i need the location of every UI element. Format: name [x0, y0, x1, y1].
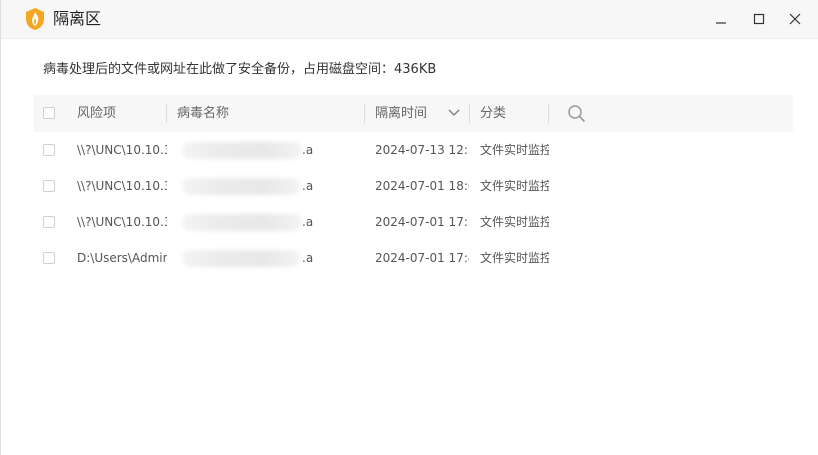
category: 文件实时监控: [480, 143, 549, 157]
risk-path: \\?\UNC\10.10.3: [77, 215, 167, 229]
header-risk[interactable]: 风险项: [77, 95, 116, 132]
row-checkbox[interactable]: [43, 216, 55, 228]
risk-path: \\?\UNC\10.10.3: [77, 143, 167, 157]
table-header: 风险项 病毒名称 隔离时间 分类: [34, 95, 793, 132]
isolation-time: 2024-07-01 17:5: [375, 215, 469, 229]
shield-logo-icon: [26, 8, 44, 30]
minimize-button[interactable]: [710, 8, 732, 30]
table-row[interactable]: \\?\UNC\10.10.3 .a 2024-07-13 12:3 文件实时监…: [34, 132, 793, 168]
backup-info-text: 病毒处理后的文件或网址在此做了安全备份，占用磁盘空间：436KB: [43, 62, 437, 77]
virus-name-suffix: .a: [302, 215, 314, 229]
virus-name-suffix: .a: [302, 251, 314, 265]
isolation-time: 2024-07-01 18:0: [375, 179, 469, 193]
virus-name-suffix: .a: [302, 179, 314, 193]
search-icon[interactable]: [567, 104, 587, 124]
isolation-time: 2024-07-13 12:3: [375, 143, 469, 157]
header-isolation-time[interactable]: 隔离时间: [375, 95, 427, 132]
header-virus-name[interactable]: 病毒名称: [177, 95, 229, 132]
table-row[interactable]: \\?\UNC\10.10.3 .a 2024-07-01 18:0 文件实时监…: [34, 168, 793, 204]
risk-path: D:\Users\Admin: [77, 251, 167, 265]
redacted-virus-name: [182, 178, 300, 195]
column-divider[interactable]: [364, 104, 365, 123]
category: 文件实时监控: [480, 179, 549, 193]
redacted-virus-name: [182, 250, 300, 267]
table-row[interactable]: D:\Users\Admin .a 2024-07-01 17:4 文件实时监控: [34, 240, 793, 276]
select-all-checkbox[interactable]: [43, 107, 55, 119]
table-row[interactable]: \\?\UNC\10.10.3 .a 2024-07-01 17:5 文件实时监…: [34, 204, 793, 240]
category: 文件实时监控: [480, 251, 549, 265]
virus-name-suffix: .a: [302, 143, 314, 157]
close-icon: [789, 13, 801, 25]
column-divider[interactable]: [548, 104, 549, 123]
maximize-icon: [753, 13, 765, 25]
maximize-button[interactable]: [748, 8, 770, 30]
category: 文件实时监控: [480, 215, 549, 229]
chevron-down-icon[interactable]: [448, 108, 460, 118]
window-title: 隔离区: [53, 9, 102, 28]
risk-path: \\?\UNC\10.10.3: [77, 179, 167, 193]
title-bar[interactable]: 隔离区: [1, 0, 818, 39]
quarantine-window: 隔离区 病毒处理后的文件或网址在此做了安全备份，占用磁盘空间：436KB 风险项…: [0, 0, 818, 455]
close-button[interactable]: [784, 8, 806, 30]
column-divider[interactable]: [469, 104, 470, 123]
header-category[interactable]: 分类: [480, 95, 506, 132]
row-checkbox[interactable]: [43, 144, 55, 156]
redacted-virus-name: [182, 142, 302, 159]
isolation-time: 2024-07-01 17:4: [375, 251, 469, 265]
redacted-virus-name: [182, 214, 302, 231]
column-divider[interactable]: [166, 104, 167, 123]
row-checkbox[interactable]: [43, 252, 55, 264]
minimize-icon: [716, 22, 726, 24]
row-checkbox[interactable]: [43, 180, 55, 192]
